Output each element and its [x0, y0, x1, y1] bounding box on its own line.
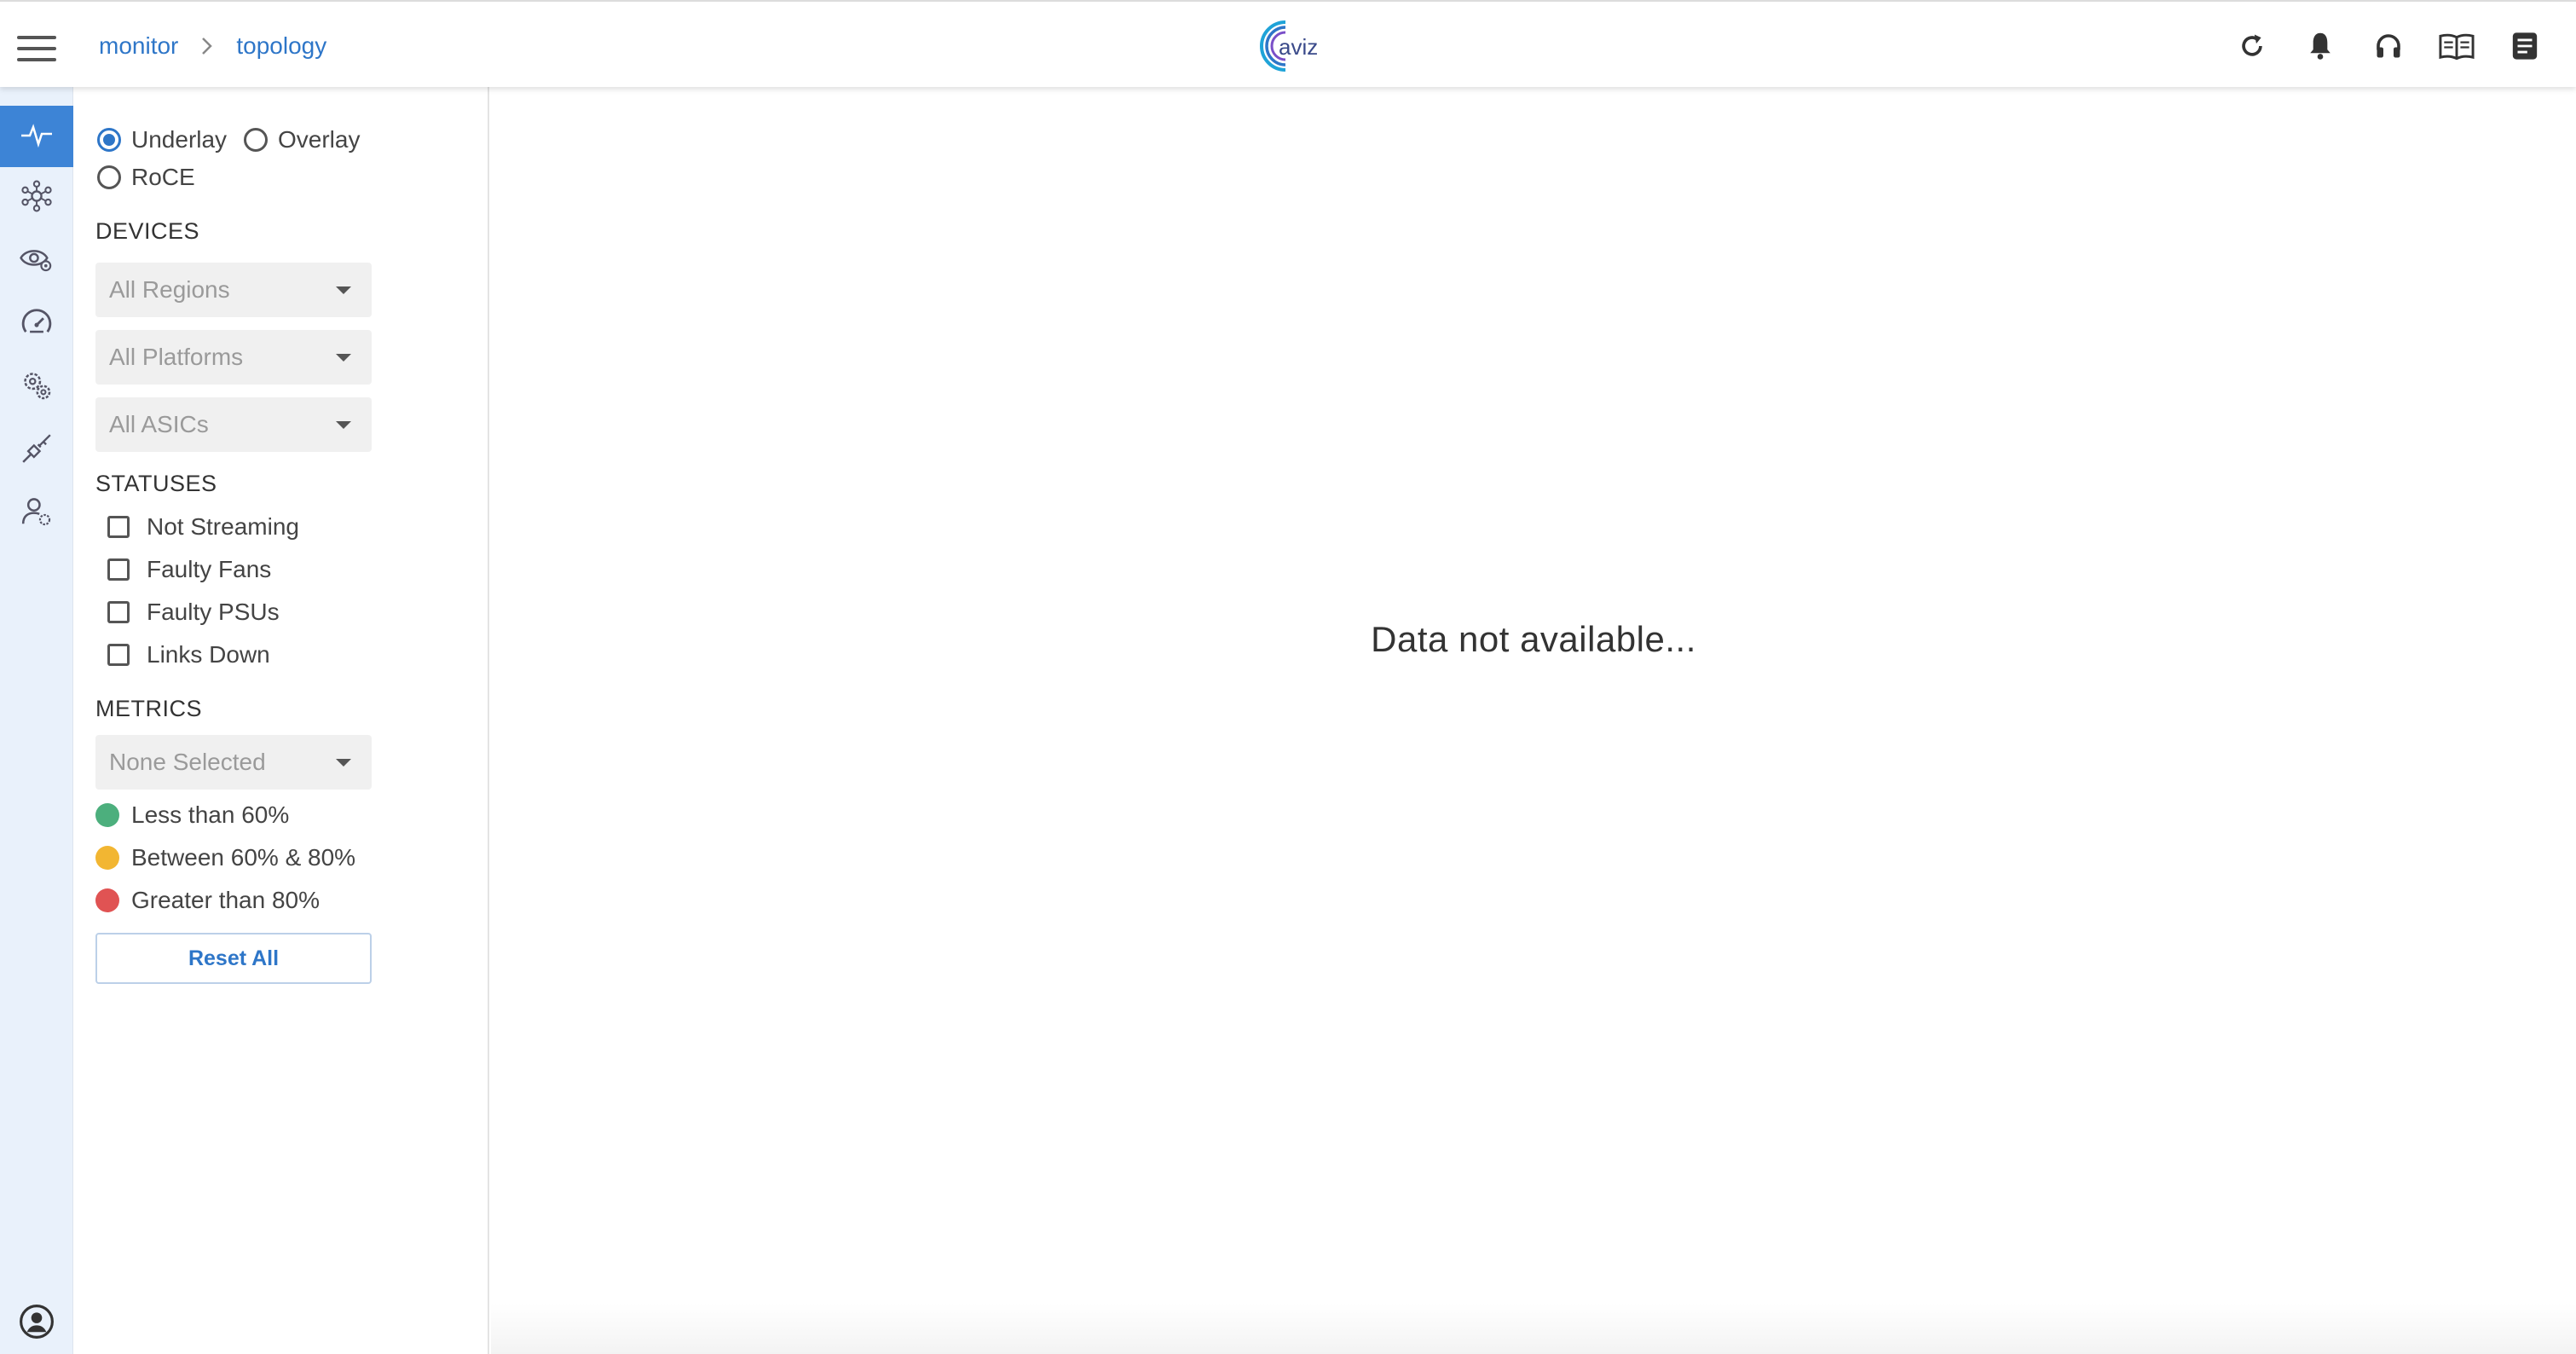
logo-text: aviz — [1279, 34, 1318, 60]
status-label: Not Streaming — [147, 513, 299, 540]
checkbox[interactable] — [107, 644, 130, 666]
radio-button-checked[interactable] — [97, 128, 121, 152]
legend-label: Between 60% & 80% — [131, 844, 356, 871]
gears-icon — [20, 369, 53, 406]
speedometer-icon — [20, 307, 53, 342]
metrics-select-value: None Selected — [109, 749, 266, 775]
status-label: Links Down — [147, 641, 270, 668]
radio-button[interactable] — [97, 165, 121, 189]
legend-high: Greater than 80% — [95, 887, 320, 914]
breadcrumb: monitor topology — [99, 27, 326, 65]
nav-integrations[interactable] — [0, 420, 73, 481]
green-dot-icon — [95, 803, 119, 827]
checkbox[interactable] — [107, 558, 130, 581]
status-links-down[interactable]: Links Down — [107, 641, 270, 668]
radio-overlay-label: Overlay — [278, 126, 361, 153]
yellow-dot-icon — [95, 846, 119, 870]
bell-icon[interactable] — [2302, 27, 2339, 65]
refresh-icon[interactable] — [2233, 27, 2271, 65]
aviz-logo: aviz — [1253, 15, 1325, 77]
status-not-streaming[interactable]: Not Streaming — [107, 513, 299, 541]
metrics-title: METRICS — [95, 696, 202, 721]
notes-icon[interactable] — [2506, 27, 2544, 65]
user-settings-icon — [20, 495, 53, 532]
platforms-select[interactable]: All Platforms — [95, 330, 372, 385]
topology-canvas[interactable]: Data not available... — [491, 87, 2576, 1354]
status-label: Faulty Fans — [147, 556, 272, 582]
top-header: monitor topology aviz — [0, 0, 2576, 87]
devices-title: DEVICES — [95, 218, 200, 244]
breadcrumb-monitor[interactable]: monitor — [99, 32, 178, 60]
metrics-select[interactable]: None Selected — [95, 735, 372, 790]
radio-button[interactable] — [244, 128, 268, 152]
legend-mid: Between 60% & 80% — [95, 844, 355, 871]
statuses-title: STATUSES — [95, 471, 217, 496]
asics-select-value: All ASICs — [109, 411, 209, 437]
nav-monitor[interactable] — [0, 106, 73, 167]
checkbox[interactable] — [107, 516, 130, 538]
legend-label: Less than 60% — [131, 801, 290, 828]
radio-roce[interactable]: RoCE — [97, 164, 195, 191]
nav-observe[interactable] — [0, 230, 73, 292]
nav-dashboard[interactable] — [0, 293, 73, 355]
app-root: monitor topology aviz Underlay Overlay R… — [0, 0, 2576, 1354]
reset-all-button[interactable]: Reset All — [95, 933, 372, 984]
headset-icon[interactable] — [2370, 27, 2407, 65]
platforms-select-value: All Platforms — [109, 344, 244, 370]
plug-icon — [20, 432, 53, 469]
pulse-icon — [20, 122, 54, 152]
nav-settings[interactable] — [0, 356, 73, 418]
caret-down-icon — [336, 421, 351, 429]
status-faulty-fans[interactable]: Faulty Fans — [107, 556, 271, 583]
status-label: Faulty PSUs — [147, 599, 280, 625]
caret-down-icon — [336, 354, 351, 362]
caret-down-icon — [336, 286, 351, 294]
empty-state-message: Data not available... — [1371, 619, 1696, 659]
book-icon[interactable] — [2438, 27, 2475, 65]
header-actions — [2233, 26, 2544, 67]
radio-underlay[interactable]: Underlay — [97, 126, 227, 153]
legend-low: Less than 60% — [95, 801, 289, 829]
caret-down-icon — [336, 759, 351, 767]
radio-roce-label: RoCE — [131, 164, 195, 190]
nav-account[interactable] — [0, 1293, 73, 1354]
red-dot-icon — [95, 888, 119, 912]
asics-select[interactable]: All ASICs — [95, 397, 372, 452]
account-icon — [19, 1304, 55, 1344]
nav-fabric[interactable] — [0, 167, 73, 229]
regions-select-value: All Regions — [109, 276, 230, 303]
regions-select[interactable]: All Regions — [95, 263, 372, 317]
radio-underlay-label: Underlay — [131, 126, 228, 153]
left-nav-rail — [0, 87, 73, 1354]
network-hub-icon — [20, 180, 53, 217]
nav-users[interactable] — [0, 483, 73, 544]
hamburger-menu-icon[interactable] — [17, 36, 56, 61]
chevron-right-icon — [195, 34, 219, 58]
legend-label: Greater than 80% — [131, 887, 321, 913]
radio-overlay[interactable]: Overlay — [244, 126, 360, 153]
checkbox[interactable] — [107, 601, 130, 623]
breadcrumb-topology[interactable]: topology — [236, 32, 326, 60]
filter-panel: Underlay Overlay RoCE DEVICES All Region… — [73, 87, 489, 1354]
eye-gear-icon — [20, 245, 54, 278]
status-faulty-psus[interactable]: Faulty PSUs — [107, 599, 280, 626]
